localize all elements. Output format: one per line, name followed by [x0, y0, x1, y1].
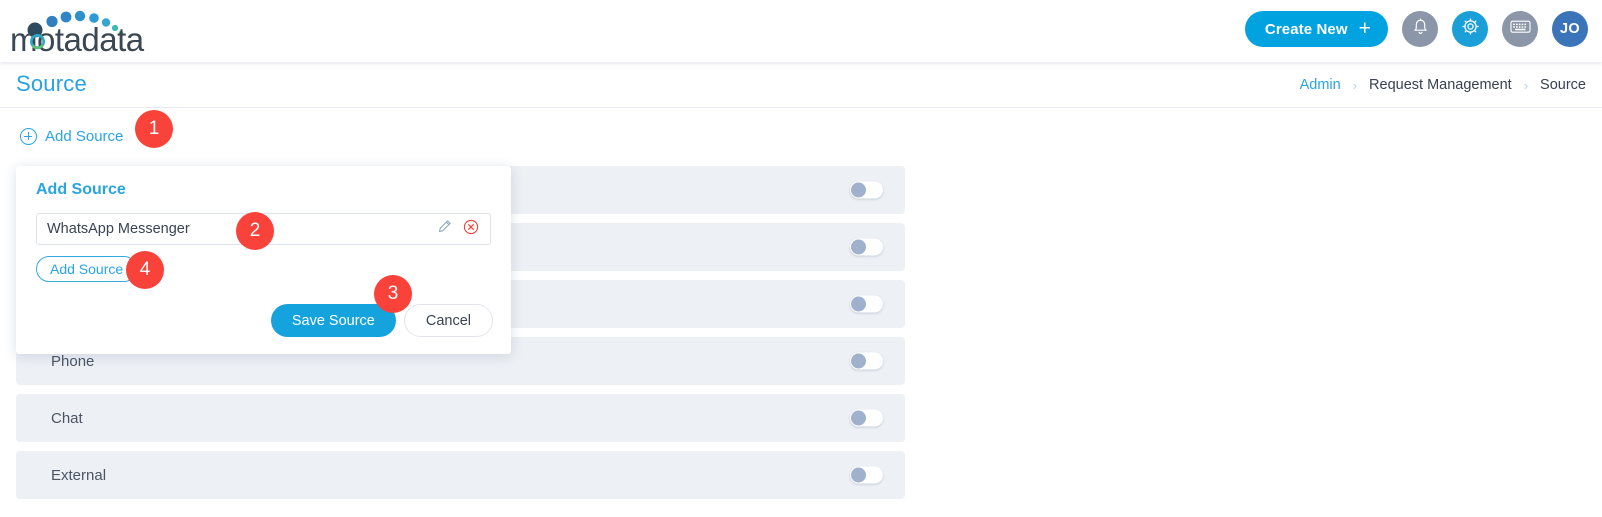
page-title: Source — [16, 71, 87, 96]
source-name: Phone — [51, 352, 95, 370]
source-enabled-toggle[interactable] — [850, 295, 883, 313]
add-source-dialog: Add Source Add Source — [16, 166, 511, 354]
source-enabled-toggle[interactable] — [850, 238, 883, 256]
breadcrumb-separator-icon: › — [1352, 77, 1358, 93]
step-badge-1-number: 1 — [148, 118, 160, 139]
dialog-add-source-button[interactable]: Add Source — [36, 256, 138, 282]
remove-circle-icon[interactable] — [463, 219, 479, 240]
toggle-knob — [851, 182, 866, 198]
source-enabled-toggle[interactable] — [850, 352, 883, 370]
motadata-logo[interactable]: motadata — [8, 7, 173, 55]
source-name-field-row — [36, 213, 491, 245]
avatar-initials: JO — [1560, 21, 1580, 37]
toggle-knob — [851, 239, 866, 255]
breadcrumb-item-source: Source — [1540, 77, 1586, 93]
user-avatar[interactable]: JO — [1552, 11, 1588, 47]
source-enabled-toggle[interactable] — [850, 466, 883, 484]
source-enabled-toggle[interactable] — [850, 181, 883, 199]
table-row[interactable]: External — [16, 451, 905, 499]
notifications-bell-button[interactable] — [1402, 11, 1438, 47]
keyboard-shortcuts-button[interactable] — [1502, 11, 1538, 47]
settings-gear-icon — [1461, 17, 1480, 41]
keyboard-icon — [1509, 19, 1531, 39]
notifications-bell-icon — [1412, 18, 1429, 41]
save-source-button[interactable]: Save Source — [270, 304, 396, 337]
create-new-button[interactable]: Create New + — [1244, 11, 1388, 47]
dialog-action-buttons: Save Source Cancel — [270, 304, 493, 337]
page-title-bar: Source Admin › Request Management › Sour… — [0, 62, 1602, 108]
toggle-knob — [851, 410, 866, 426]
breadcrumb: Admin › Request Management › Source — [1300, 77, 1586, 93]
source-name: Chat — [51, 409, 83, 427]
add-source-link[interactable]: Add Source — [20, 128, 123, 145]
toggle-knob — [851, 467, 866, 483]
plus-circle-icon — [20, 128, 37, 145]
source-row-icons — [437, 219, 490, 240]
toggle-knob — [851, 296, 866, 312]
create-new-label: Create New — [1264, 20, 1348, 38]
header-actions: Create New + JO — [1244, 11, 1588, 47]
breadcrumb-item-request-management[interactable]: Request Management — [1369, 77, 1512, 93]
breadcrumb-separator-icon: › — [1523, 77, 1529, 93]
pencil-icon[interactable] — [437, 219, 452, 239]
add-source-link-label: Add Source — [45, 128, 124, 145]
settings-gear-button[interactable] — [1452, 11, 1488, 47]
app-root: motadata Create New + JO Source Admin › … — [0, 0, 1602, 517]
source-name: External — [51, 466, 107, 484]
cancel-button[interactable]: Cancel — [403, 304, 493, 337]
step-badge-1: 1 — [135, 110, 173, 148]
toggle-knob — [851, 353, 866, 369]
source-name-input[interactable] — [37, 221, 437, 237]
breadcrumb-item-admin[interactable]: Admin — [1300, 77, 1341, 93]
source-enabled-toggle[interactable] — [850, 409, 883, 427]
top-header-bar: motadata Create New + JO — [0, 0, 1602, 62]
table-row[interactable]: Chat — [16, 394, 905, 442]
svg-text:motadata: motadata — [10, 21, 145, 55]
plus-icon: + — [1358, 16, 1371, 40]
dialog-title: Add Source — [36, 181, 126, 198]
